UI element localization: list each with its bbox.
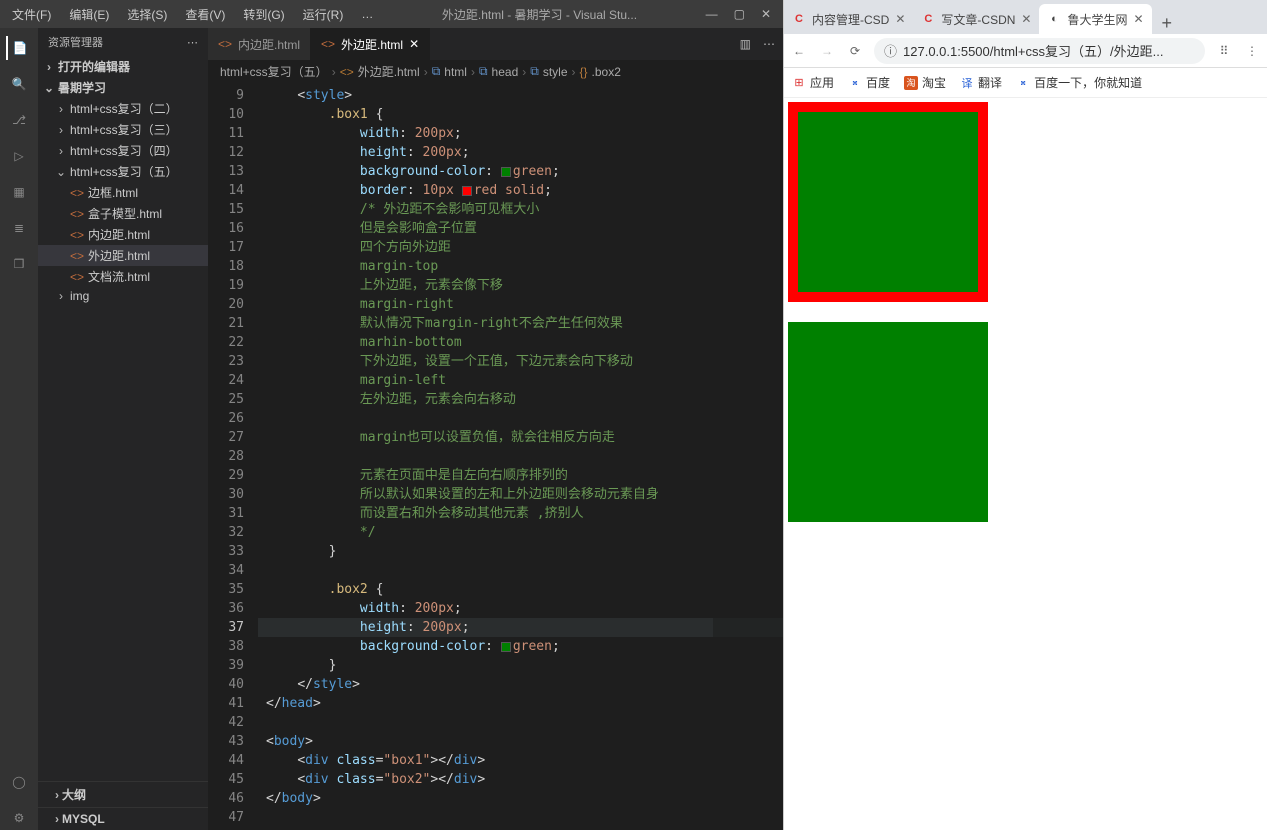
reload-icon[interactable]: ⟳ (846, 44, 864, 58)
menu-view[interactable]: 查看(V) (177, 4, 233, 25)
outline-section[interactable]: 大纲 (62, 788, 86, 802)
file-item[interactable]: 内边距.html (88, 226, 150, 243)
apps-icon: ⊞ (792, 76, 806, 90)
account-icon[interactable]: ◯ (7, 770, 31, 794)
html-icon: <> (218, 37, 232, 51)
new-tab-icon[interactable]: + (1152, 13, 1183, 34)
close-icon[interactable]: ✕ (761, 7, 771, 21)
close-icon[interactable]: ✕ (409, 37, 419, 51)
browser-tab[interactable]: C 写文章-CSDN ✕ (913, 4, 1039, 34)
menubar: 文件(F) 编辑(E) 选择(S) 查看(V) 转到(G) 运行(R) … 外边… (0, 0, 783, 28)
run-icon[interactable]: ▷ (7, 144, 31, 168)
bookmark-item[interactable]: ⊞应用 (792, 74, 834, 91)
menu-select[interactable]: 选择(S) (119, 4, 175, 25)
baidu-icon: 𝄪 (848, 76, 862, 90)
file-item[interactable]: 盒子模型.html (88, 205, 162, 222)
favicon: ◐ (1047, 12, 1061, 26)
stack-icon[interactable]: ❒ (7, 252, 31, 276)
activity-bar: 📄 🔍 ⎇ ▷ ▦ ≣ ❒ ◯ ⚙ (0, 28, 38, 830)
box2 (788, 322, 988, 522)
forward-icon[interactable]: → (818, 44, 836, 58)
editor-tabs: <> 内边距.html <> 外边距.html ✕ ▥ ⋯ (208, 28, 783, 60)
info-icon[interactable]: ⓘ (884, 41, 897, 60)
minimap[interactable] (713, 84, 783, 830)
folder-item[interactable]: html+css复习（四） (70, 142, 178, 159)
html-icon: <> (70, 270, 84, 284)
box1 (788, 102, 988, 302)
explorer-sidebar: 资源管理器 ⋯ › 打开的编辑器 ⌄ 暑期学习 ›html+css复习（二） ›… (38, 28, 208, 830)
translate-icon: 译 (960, 76, 974, 90)
close-icon[interactable]: ✕ (895, 12, 905, 26)
line-gutter: 9101112131415161718192021222324252627282… (208, 84, 258, 830)
html-icon: <> (70, 249, 84, 263)
folder-item[interactable]: html+css复习（二） (70, 100, 178, 117)
address-bar: ← → ⟳ ⓘ 127.0.0.1:5500/html+css复习（五）/外边距… (784, 34, 1267, 68)
vscode-window: 文件(F) 编辑(E) 选择(S) 查看(V) 转到(G) 运行(R) … 外边… (0, 0, 783, 830)
menu-more[interactable]: … (353, 5, 381, 23)
mysql-section[interactable]: MYSQL (62, 812, 105, 826)
baidu-icon: 𝄪 (1016, 76, 1030, 90)
page-content (784, 98, 1267, 830)
source-control-icon[interactable]: ⎇ (7, 108, 31, 132)
code-editor[interactable]: <style> .box1 { width: 200px; height: 20… (258, 84, 783, 830)
root-folder[interactable]: 暑期学习 (58, 79, 106, 96)
browser-tab[interactable]: ◐ 鲁大学生网 ✕ (1039, 4, 1151, 34)
html-icon: <> (70, 228, 84, 242)
bookmark-bar: ⊞应用 𝄪百度 淘淘宝 译翻译 𝄪百度一下，你就知道 (784, 68, 1267, 98)
favicon: C (792, 12, 806, 26)
settings-icon[interactable]: ⚙ (7, 806, 31, 830)
browser-tabs: C 内容管理-CSD ✕ C 写文章-CSDN ✕ ◐ 鲁大学生网 ✕ + (784, 0, 1267, 34)
breadcrumb[interactable]: html+css复习（五）› <>外边距.html› ⧉html› ⧉head›… (208, 60, 783, 84)
browser-menu-icon[interactable]: ⋮ (1243, 44, 1261, 58)
database-icon[interactable]: ≣ (7, 216, 31, 240)
browser-tab[interactable]: C 内容管理-CSD ✕ (784, 4, 913, 34)
folder-item[interactable]: html+css复习（五） (70, 163, 178, 180)
split-editor-icon[interactable]: ▥ (740, 37, 751, 51)
editor-group: <> 内边距.html <> 外边距.html ✕ ▥ ⋯ html+css复习… (208, 28, 783, 830)
favicon: C (921, 12, 935, 26)
search-icon[interactable]: 🔍 (7, 72, 31, 96)
folder-item[interactable]: html+css复习（三） (70, 121, 178, 138)
file-item[interactable]: 外边距.html (88, 247, 150, 264)
open-editors-label[interactable]: 打开的编辑器 (58, 58, 130, 75)
editor-tab[interactable]: <> 外边距.html ✕ (311, 28, 430, 60)
bookmark-item[interactable]: 𝄪百度一下，你就知道 (1016, 74, 1142, 91)
editor-tab[interactable]: <> 内边距.html (208, 28, 311, 60)
window-title: 外边距.html - 暑期学习 - Visual Stu... (383, 6, 695, 23)
sidebar-more-icon[interactable]: ⋯ (187, 36, 198, 49)
bookmark-item[interactable]: 𝄪百度 (848, 74, 890, 91)
extensions-icon[interactable]: ▦ (7, 180, 31, 204)
explorer-icon[interactable]: 📄 (6, 36, 30, 60)
chevron-down-icon[interactable]: ⌄ (44, 81, 54, 95)
browser-window: C 内容管理-CSD ✕ C 写文章-CSDN ✕ ◐ 鲁大学生网 ✕ + ← … (783, 0, 1267, 830)
taobao-icon: 淘 (904, 76, 918, 90)
menu-run[interactable]: 运行(R) (295, 4, 352, 25)
html-icon: <> (70, 186, 84, 200)
chevron-right-icon[interactable]: › (44, 60, 54, 74)
menu-edit[interactable]: 编辑(E) (61, 4, 117, 25)
back-icon[interactable]: ← (790, 44, 808, 58)
close-icon[interactable]: ✕ (1021, 12, 1031, 26)
bookmark-item[interactable]: 译翻译 (960, 74, 1002, 91)
menu-file[interactable]: 文件(F) (4, 4, 59, 25)
editor-more-icon[interactable]: ⋯ (763, 37, 775, 51)
maximize-icon[interactable]: ▢ (734, 7, 745, 21)
file-item[interactable]: 文档流.html (88, 268, 150, 285)
html-icon: <> (321, 37, 335, 51)
folder-item[interactable]: img (70, 289, 89, 303)
sidebar-header: 资源管理器 (48, 34, 103, 50)
close-icon[interactable]: ✕ (1133, 12, 1143, 26)
minimize-icon[interactable]: — (706, 7, 718, 21)
translate-icon[interactable]: ⠿ (1215, 44, 1233, 58)
bookmark-item[interactable]: 淘淘宝 (904, 74, 946, 91)
file-item[interactable]: 边框.html (88, 184, 138, 201)
url-input[interactable]: ⓘ 127.0.0.1:5500/html+css复习（五）/外边距... (874, 38, 1205, 64)
menu-goto[interactable]: 转到(G) (235, 4, 292, 25)
html-icon: <> (70, 207, 84, 221)
